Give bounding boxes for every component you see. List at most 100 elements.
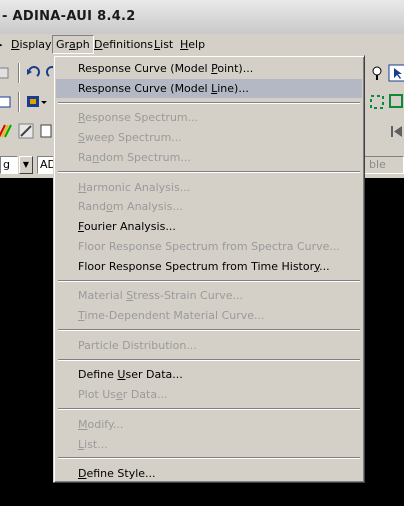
line-tool-icon (18, 123, 34, 139)
menu-item-text-rest: oint)... (217, 62, 254, 75)
menu-item-mnemonic: o (106, 200, 113, 214)
menu-help[interactable]: Help (180, 38, 205, 51)
menu-item-text: Define (78, 368, 118, 382)
combo-3-value: ble (369, 158, 386, 171)
graph-menu-item: Particle Distribution... (56, 336, 362, 355)
combo-2[interactable]: AD (37, 156, 54, 174)
menu-definitions[interactable]: Definitions (94, 38, 153, 51)
graph-menu-item[interactable]: Response Curve (Model Line)... (56, 78, 362, 98)
menu-prev-edge[interactable]: ▸ (0, 38, 3, 51)
menu-item-text-rest: efine Style... (86, 467, 156, 481)
color-button-partial[interactable] (0, 122, 14, 140)
menu-item-text-rest: ine)... (217, 81, 249, 95)
menu-item-text: Plot Us (78, 388, 117, 402)
menu-definitions-rest: efinitions (102, 38, 154, 51)
window-icon (0, 96, 11, 108)
menu-graph-mnemonic: a (69, 38, 76, 51)
rainbow-icon (0, 124, 12, 138)
menu-item-text-rest: ime-Dependent Material Curve... (84, 309, 265, 323)
sep-edge (368, 122, 386, 140)
menu-item-text: Material (78, 289, 127, 303)
chevron-down-icon: ▼ (22, 160, 30, 169)
menu-item-text: Rand (78, 200, 107, 214)
toolbar-separator-2 (18, 92, 20, 112)
menu-item-text-rest: m Analysis... (112, 200, 183, 214)
menu-graph-rest: ph (75, 38, 90, 51)
menu-help-rest: elp (188, 38, 206, 51)
toolbar-button-partial-left-2[interactable] (0, 93, 14, 111)
menu-item-text: Response Curve (Model (78, 81, 212, 95)
undo-icon (27, 66, 40, 77)
menu-item-text-rest: armonic Analysis... (86, 180, 191, 194)
graph-menu-item[interactable]: Define Style... (56, 464, 362, 483)
menu-item-text-rest: weep Spectrum... (84, 131, 182, 145)
menu-item-text: Floor Response Spectrum from Spectra Cur… (78, 240, 340, 253)
grid-icon (0, 67, 9, 79)
menu-graph[interactable]: Graph (52, 35, 94, 54)
chevron-down-icon (41, 101, 47, 104)
menu-separator (58, 358, 360, 361)
graph-menu-item: Sweep Spectrum... (56, 128, 362, 147)
graph-menu-item[interactable]: Response Curve (Model Point)... (56, 59, 362, 78)
graph-menu-item: Plot User Data... (56, 385, 362, 404)
menu-separator (58, 279, 360, 282)
menu-item-text: Particle Distribution... (78, 338, 197, 352)
menu-item-mnemonic: S (78, 131, 85, 145)
combo-2-value: AD (40, 158, 53, 171)
cursor-icon (388, 64, 404, 82)
menu-item-text-rest: odify... (87, 417, 124, 431)
pin-icon (372, 66, 382, 80)
graph-menu-item[interactable]: Define User Data... (56, 365, 362, 384)
menu-item-text-rest: esponse Spectrum... (85, 111, 199, 125)
graph-menu-item: List... (56, 435, 362, 454)
graph-menu-item[interactable]: Fourier Analysis... (56, 217, 362, 236)
toolbar-separator (18, 63, 20, 83)
menu-separator (58, 457, 360, 460)
menu-item-text: Response Curve (Model (78, 62, 212, 75)
graph-menu-item: Floor Response Spectrum from Spectra Cur… (56, 237, 362, 256)
toolbar-button-partial-left[interactable] (0, 64, 12, 82)
menu-separator (58, 408, 360, 410)
menu-item-mnemonic: M (78, 417, 88, 431)
undo-button[interactable] (24, 64, 42, 82)
menu-item-text-rest: ourier Analysis... (83, 220, 176, 234)
menu-separator (58, 329, 360, 331)
combo-1[interactable]: g (0, 156, 18, 174)
menu-item-text-rest: dom Spectrum... (99, 151, 191, 164)
graph-menu-item: Response Spectrum... (56, 108, 362, 127)
graph-menu-item: Material Stress-Strain Curve... (56, 286, 362, 305)
menu-display[interactable]: Display (11, 38, 52, 51)
graph-dropdown-menu: Response Curve (Model Point)... Response … (53, 55, 365, 483)
menu-item-text-rest: tress-Strain Curve... (133, 289, 243, 303)
menu-item-text-rest: ... (319, 259, 330, 273)
fit-button[interactable] (368, 93, 386, 111)
menu-item-text-rest: ist... (84, 437, 108, 451)
graph-menu-item: Random Spectrum... (56, 148, 362, 167)
pick-button[interactable] (369, 64, 387, 82)
combo-3[interactable]: ble (364, 156, 404, 174)
line-button[interactable] (17, 122, 35, 140)
graph-menu-item: Time-Dependent Material Curve... (56, 306, 362, 325)
fit-frame-icon (370, 95, 384, 109)
title-bar: - ADINA-AUI 8.4.2 (0, 0, 404, 34)
menu-display-rest: isplay (19, 38, 52, 51)
menu-item-text: Floor Response Spectrum from Time Histor (78, 259, 315, 273)
cursor-button[interactable] (388, 64, 404, 82)
zoom-fit-button[interactable] (388, 93, 404, 111)
menu-item-text-rest: ser Data... (125, 368, 183, 382)
graph-menu-item: Modify... (56, 415, 362, 434)
first-step-button[interactable] (387, 122, 404, 140)
menu-item-text-rest: r Data... (122, 388, 168, 402)
graph-menu-item: Random Analysis... (56, 197, 362, 216)
zoom-fit-icon (389, 94, 403, 108)
combo-1-arrow[interactable]: ▼ (19, 156, 33, 174)
menu-bar: ▸ Display Graph Definitions List Help (0, 34, 404, 56)
skip-back-icon (391, 126, 402, 137)
combo-1-value: g (3, 158, 10, 171)
menu-list[interactable]: List (154, 38, 173, 51)
menu-graph-pre: Gr (56, 38, 70, 51)
menu-item-text: Ra (78, 151, 93, 164)
graph-menu-item: Harmonic Analysis... (56, 178, 362, 197)
graph-menu-item[interactable]: Floor Response Spectrum from Time Histor… (56, 257, 362, 276)
menu-separator (58, 170, 360, 173)
